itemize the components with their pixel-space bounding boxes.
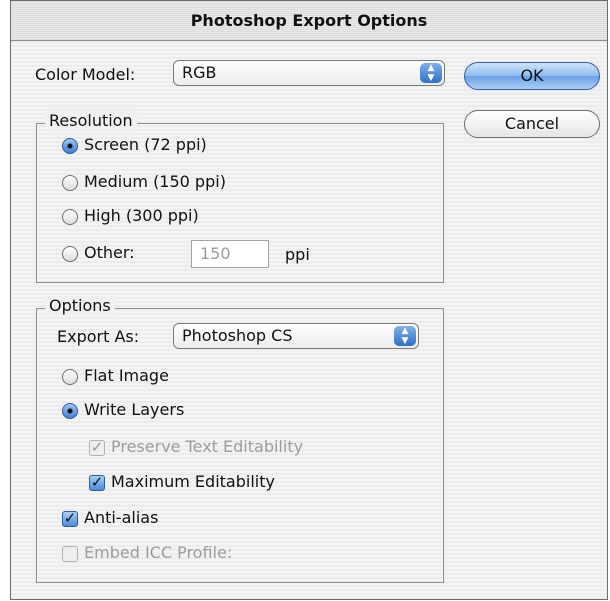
radio-medium-label: Medium (150 ppi) xyxy=(84,172,226,191)
radio-screen[interactable] xyxy=(62,138,78,154)
color-model-popup[interactable]: RGB ▲ ▼ xyxy=(173,60,445,86)
export-as-value: Photoshop CS xyxy=(182,326,293,345)
embed-icc-checkbox[interactable] xyxy=(62,546,78,562)
other-ppi-field[interactable]: 150 xyxy=(191,240,269,268)
max-editability-checkbox[interactable]: ✓ xyxy=(89,475,105,491)
radio-medium[interactable] xyxy=(62,175,78,191)
preserve-text-checkbox[interactable]: ✓ xyxy=(89,440,105,456)
max-editability-label: Maximum Editability xyxy=(111,472,275,491)
ppi-unit-label: ppi xyxy=(285,245,310,264)
export-as-popup[interactable]: Photoshop CS ▲ ▼ xyxy=(173,323,419,349)
radio-high[interactable] xyxy=(62,209,78,225)
popup-arrows-icon: ▲ ▼ xyxy=(420,63,442,83)
radio-screen-label: Screen (72 ppi) xyxy=(84,135,207,154)
flat-image-label: Flat Image xyxy=(84,366,169,385)
cancel-button[interactable]: Cancel xyxy=(464,110,600,138)
embed-icc-label: Embed ICC Profile: xyxy=(84,543,233,562)
radio-other-label: Other: xyxy=(84,243,135,262)
radio-other[interactable] xyxy=(62,246,78,262)
options-legend: Options xyxy=(45,296,115,315)
radio-flat-image[interactable] xyxy=(62,369,78,385)
resolution-legend: Resolution xyxy=(45,111,137,130)
color-model-value: RGB xyxy=(182,63,217,82)
anti-alias-label: Anti-alias xyxy=(84,508,159,527)
export-options-dialog: Photoshop Export Options Color Model: RG… xyxy=(10,0,608,600)
color-model-label: Color Model: xyxy=(35,65,136,84)
anti-alias-checkbox[interactable]: ✓ xyxy=(62,511,78,527)
popup-arrows-icon: ▲ ▼ xyxy=(394,326,416,346)
write-layers-label: Write Layers xyxy=(84,400,185,419)
radio-write-layers[interactable] xyxy=(62,403,78,419)
dialog-title: Photoshop Export Options xyxy=(11,1,607,41)
radio-high-label: High (300 ppi) xyxy=(84,206,199,225)
preserve-text-label: Preserve Text Editability xyxy=(111,437,304,456)
ok-button[interactable]: OK xyxy=(464,62,600,90)
export-as-label: Export As: xyxy=(57,327,140,346)
